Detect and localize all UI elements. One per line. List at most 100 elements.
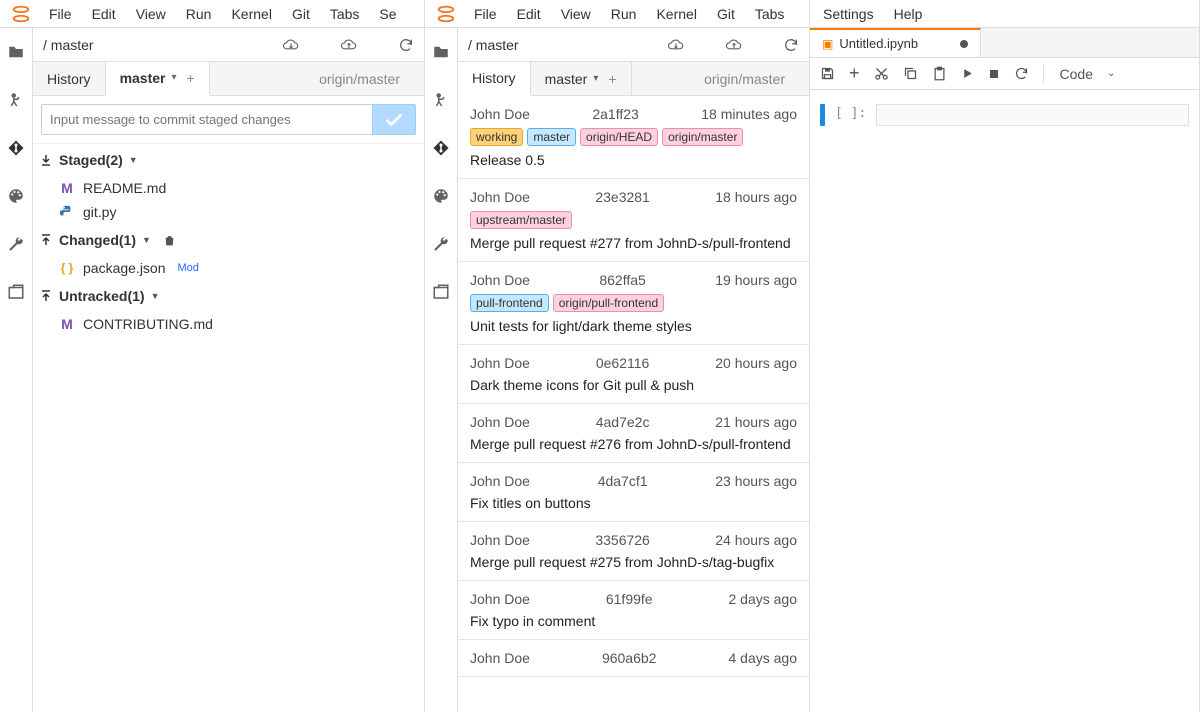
- palette-icon[interactable]: [431, 186, 451, 206]
- section-changed[interactable]: Changed(1) ▼: [33, 224, 424, 256]
- cloud-push-icon[interactable]: [725, 38, 743, 52]
- notebook-file-icon: ▣: [822, 37, 833, 51]
- commit-hash: 0e62116: [530, 355, 715, 371]
- tab-history[interactable]: History: [458, 62, 531, 96]
- notebook-cell[interactable]: [ ]:: [810, 90, 1199, 140]
- unstage-up-icon: [39, 234, 53, 246]
- menu-view[interactable]: View: [127, 3, 175, 25]
- tab-current-branch[interactable]: master ▾ +: [106, 62, 210, 96]
- commit-item[interactable]: John Doe0e6211620 hours agoDark theme ic…: [458, 345, 809, 404]
- cloud-pull-icon[interactable]: [667, 38, 685, 52]
- menu-view[interactable]: View: [552, 3, 600, 25]
- restart-kernel-icon[interactable]: [1014, 66, 1029, 81]
- running-icon[interactable]: [6, 90, 26, 110]
- discard-changes-icon[interactable]: [163, 234, 176, 247]
- commit-author: John Doe: [470, 189, 530, 205]
- menu-file[interactable]: File: [465, 3, 506, 25]
- file-row-package[interactable]: { } package.json Mod: [33, 256, 424, 280]
- paste-icon[interactable]: [932, 66, 947, 81]
- file-row-gitpy[interactable]: git.py: [33, 200, 424, 224]
- section-changed-label: Changed(1): [59, 232, 136, 248]
- commit-message: Fix typo in comment: [470, 613, 797, 629]
- menu-tabs[interactable]: Tabs: [746, 3, 794, 25]
- menu-help[interactable]: Help: [885, 3, 932, 25]
- run-cell-icon[interactable]: [961, 67, 974, 80]
- commit-author: John Doe: [470, 591, 530, 607]
- commit-message: Unit tests for light/dark theme styles: [470, 318, 797, 334]
- cut-icon[interactable]: [874, 66, 889, 81]
- menu-run[interactable]: Run: [602, 3, 646, 25]
- menu-settings[interactable]: Se: [370, 3, 405, 25]
- running-icon[interactable]: [431, 90, 451, 110]
- folder-icon[interactable]: [6, 42, 26, 62]
- menu-file[interactable]: File: [40, 3, 81, 25]
- tab-remote-branch[interactable]: origin/master: [690, 62, 799, 95]
- commit-item[interactable]: John Doe335672624 hours agoMerge pull re…: [458, 522, 809, 581]
- refresh-icon[interactable]: [783, 37, 799, 53]
- menu-tabs[interactable]: Tabs: [321, 3, 369, 25]
- menu-run[interactable]: Run: [177, 3, 221, 25]
- new-branch-icon[interactable]: +: [187, 70, 195, 86]
- save-icon[interactable]: [820, 66, 835, 81]
- wrench-icon[interactable]: [6, 234, 26, 254]
- file-name: CONTRIBUTING.md: [83, 316, 213, 332]
- menu-edit[interactable]: Edit: [83, 3, 125, 25]
- menu-edit[interactable]: Edit: [508, 3, 550, 25]
- chevron-down-icon[interactable]: ▾: [593, 73, 598, 84]
- palette-icon[interactable]: [6, 186, 26, 206]
- commit-item[interactable]: John Doe23e328118 hours agoupstream/mast…: [458, 179, 809, 262]
- commit-item[interactable]: John Doe4ad7e2c21 hours agoMerge pull re…: [458, 404, 809, 463]
- cell-type-select[interactable]: Code ⌄: [1060, 66, 1116, 82]
- chevron-down-icon[interactable]: ▾: [171, 72, 176, 83]
- python-file-icon: [59, 205, 75, 219]
- commit-history-list: John Doe2a1ff2318 minutes agoworkingmast…: [458, 96, 809, 712]
- file-tab-untitled[interactable]: ▣ Untitled.ipynb: [810, 28, 981, 57]
- menu-git[interactable]: Git: [283, 3, 319, 25]
- tab-remote-branch[interactable]: origin/master: [305, 62, 414, 95]
- commit-button[interactable]: [372, 104, 416, 135]
- git-tabs: History master ▾ + origin/master: [458, 62, 809, 96]
- unstage-up-icon: [39, 290, 53, 302]
- tabs-icon[interactable]: [431, 282, 451, 302]
- menu-kernel[interactable]: Kernel: [222, 3, 280, 25]
- file-row-contrib[interactable]: M CONTRIBUTING.md: [33, 312, 424, 336]
- repo-header: / master: [33, 28, 424, 62]
- cloud-pull-icon[interactable]: [282, 38, 300, 52]
- commit-time: 21 hours ago: [715, 414, 797, 430]
- wrench-icon[interactable]: [431, 234, 451, 254]
- refresh-icon[interactable]: [398, 37, 414, 53]
- current-branch-label: master: [545, 71, 588, 87]
- tab-current-branch[interactable]: master ▾ +: [531, 62, 632, 95]
- modified-badge: Mod: [178, 262, 199, 274]
- new-branch-icon[interactable]: +: [608, 71, 616, 87]
- commit-time: 18 hours ago: [715, 189, 797, 205]
- stage-down-icon: [39, 154, 53, 166]
- activity-bar: [425, 28, 458, 712]
- section-staged[interactable]: Staged(2) ▼: [33, 144, 424, 176]
- tab-history[interactable]: History: [33, 62, 106, 95]
- section-untracked[interactable]: Untracked(1) ▼: [33, 280, 424, 312]
- stop-icon[interactable]: [988, 68, 1000, 80]
- folder-icon[interactable]: [431, 42, 451, 62]
- file-row-readme[interactable]: M README.md: [33, 176, 424, 200]
- commit-time: 23 hours ago: [715, 473, 797, 489]
- menu-kernel[interactable]: Kernel: [647, 3, 705, 25]
- add-cell-icon[interactable]: +: [849, 63, 860, 84]
- menu-git[interactable]: Git: [708, 3, 744, 25]
- commit-item[interactable]: John Doe862ffa519 hours agopull-frontend…: [458, 262, 809, 345]
- commit-message: Dark theme icons for Git pull & push: [470, 377, 797, 393]
- commit-message-input[interactable]: [41, 104, 372, 135]
- commit-item[interactable]: John Doe960a6b24 days ago: [458, 640, 809, 677]
- commit-item[interactable]: John Doe4da7cf123 hours agoFix titles on…: [458, 463, 809, 522]
- git-icon[interactable]: [6, 138, 26, 158]
- menu-settings[interactable]: Settings: [814, 3, 883, 25]
- commit-item[interactable]: John Doe61f99fe2 days agoFix typo in com…: [458, 581, 809, 640]
- file-name: git.py: [83, 204, 116, 220]
- code-cell-input[interactable]: [876, 104, 1189, 126]
- tabs-icon[interactable]: [6, 282, 26, 302]
- cloud-push-icon[interactable]: [340, 38, 358, 52]
- commit-item[interactable]: John Doe2a1ff2318 minutes agoworkingmast…: [458, 96, 809, 179]
- copy-icon[interactable]: [903, 66, 918, 81]
- commit-hash: 23e3281: [530, 189, 715, 205]
- git-icon[interactable]: [431, 138, 451, 158]
